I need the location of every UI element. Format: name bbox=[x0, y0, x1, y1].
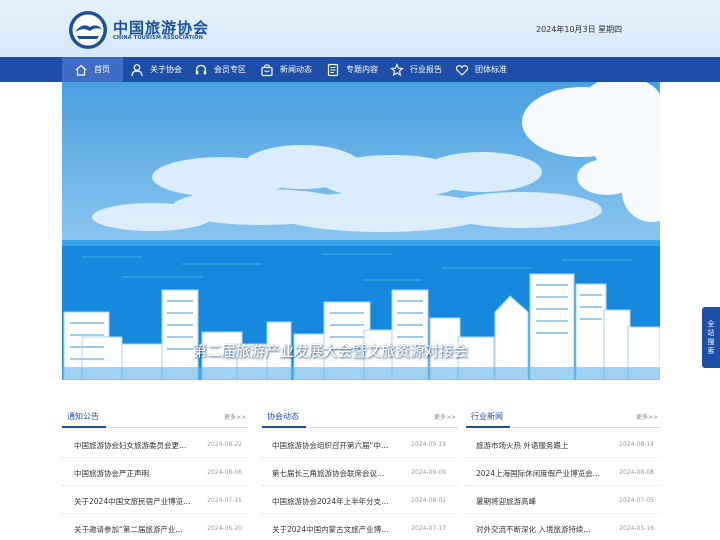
association-emblem-icon[interactable]: C.T.A bbox=[68, 10, 108, 50]
side-float-char: 索 bbox=[707, 346, 715, 355]
site-search-float-button[interactable]: 全 站 搜 索 bbox=[702, 307, 720, 368]
nav-label: 关于协会 bbox=[150, 65, 182, 74]
panel-title[interactable]: 协会动态 bbox=[267, 411, 299, 422]
side-float-char: 站 bbox=[707, 328, 715, 337]
item-title[interactable]: 关于2024中国内蒙古文旅产业博… bbox=[272, 524, 402, 535]
panel-title-underline bbox=[466, 426, 510, 428]
list-item[interactable]: 对外交流不断深化 入境旅游持续… 2024-05-16 bbox=[466, 515, 660, 540]
panel-title-underline bbox=[62, 426, 106, 428]
panel-association-news: 协会动态 更多>> 中国旅游协会组织召开第六届“中… 2024-09-19 第七届… bbox=[262, 403, 458, 540]
list-item[interactable]: 旅游市场火热 外语服务跟上 2024-08-14 bbox=[466, 431, 660, 458]
emblem-text: C.T.A bbox=[82, 41, 94, 47]
side-float-char: 搜 bbox=[707, 337, 715, 346]
bag-icon bbox=[261, 63, 273, 76]
list-item[interactable]: 2024上海国际休闲度假产业博览会… 2024-08-08 bbox=[466, 459, 660, 486]
item-date: 2024-08-22 bbox=[207, 441, 242, 448]
banner-illustration bbox=[62, 82, 660, 380]
logo-subtitle: CHINA TOURISM ASSOCIATION bbox=[113, 35, 204, 41]
nav-item-about[interactable]: 关于协会 bbox=[130, 57, 182, 82]
item-date: 2024-07-05 bbox=[619, 497, 654, 504]
item-title[interactable]: 2024上海国际休闲度假产业博览会… bbox=[476, 468, 608, 479]
document-icon bbox=[327, 63, 339, 76]
headset-icon bbox=[195, 64, 207, 74]
item-date: 2024-08-02 bbox=[411, 497, 446, 504]
list-item[interactable]: 中国旅游协会妇女旅游委员会更… 2024-08-22 bbox=[62, 431, 248, 458]
item-date: 2024-08-06 bbox=[207, 469, 242, 476]
more-link[interactable]: 更多>> bbox=[434, 412, 456, 421]
side-float-char: 全 bbox=[707, 319, 715, 328]
panel-title[interactable]: 通知公告 bbox=[67, 411, 99, 422]
nav-label: 新闻动态 bbox=[280, 65, 312, 74]
list-item[interactable]: 关于邀请参加“第二届旅游产业… 2024-06-20 bbox=[62, 515, 248, 540]
heart-icon bbox=[455, 64, 469, 76]
list-item[interactable]: 中国旅游协会组织召开第六届“中… 2024-09-19 bbox=[262, 431, 458, 458]
nav-item-topics[interactable]: 专题内容 bbox=[326, 57, 378, 82]
nav-item-standards[interactable]: 团体标准 bbox=[455, 57, 507, 82]
item-title[interactable]: 第七届长三角旅游协会联席会议… bbox=[272, 468, 402, 479]
star-icon bbox=[390, 62, 404, 76]
item-title[interactable]: 旅游市场火热 外语服务跟上 bbox=[476, 440, 608, 451]
item-date: 2024-06-20 bbox=[207, 525, 242, 532]
panel-industry-news: 行业新闻 更多>> 旅游市场火热 外语服务跟上 2024-08-14 2024上海… bbox=[466, 403, 660, 540]
nav-label: 首页 bbox=[94, 65, 110, 74]
nav-label: 专题内容 bbox=[346, 65, 378, 74]
nav-label: 行业报告 bbox=[410, 65, 442, 74]
hero-banner[interactable] bbox=[62, 82, 660, 380]
item-date: 2024-08-08 bbox=[619, 469, 654, 476]
list-item[interactable]: 暑期将迎旅游高峰 2024-07-05 bbox=[466, 487, 660, 514]
more-link[interactable]: 更多>> bbox=[636, 412, 658, 421]
banner-caption[interactable]: 第二届旅游产业发展大会暨文旅资源对接会 bbox=[192, 340, 468, 361]
item-date: 2024-08-14 bbox=[619, 441, 654, 448]
item-title[interactable]: 关于邀请参加“第二届旅游产业… bbox=[74, 524, 199, 535]
item-title[interactable]: 中国旅游协会2024年上半年分支… bbox=[272, 496, 402, 507]
list-item[interactable]: 关于2024中国内蒙古文旅产业博… 2024-07-17 bbox=[262, 515, 458, 540]
panel-title-underline bbox=[262, 426, 306, 428]
item-title[interactable]: 中国旅游协会妇女旅游委员会更… bbox=[74, 440, 199, 451]
site-header: C.T.A 中国旅游协会 CHINA TOURISM ASSOCIATION 2… bbox=[0, 0, 720, 57]
more-link[interactable]: 更多>> bbox=[224, 412, 246, 421]
nav-label: 团体标准 bbox=[475, 65, 507, 74]
current-date: 2024年10月3日 星期四 bbox=[536, 25, 623, 34]
nav-item-members[interactable]: 会员专区 bbox=[194, 57, 246, 82]
list-item[interactable]: 第七届长三角旅游协会联席会议… 2024-09-09 bbox=[262, 459, 458, 486]
nav-item-home[interactable]: 首页 bbox=[62, 57, 123, 82]
item-title[interactable]: 对外交流不断深化 入境旅游持续… bbox=[476, 524, 608, 535]
list-item[interactable]: 关于2024中国文旅民宿产业博览… 2024-07-15 bbox=[62, 487, 248, 514]
item-date: 2024-09-09 bbox=[411, 469, 446, 476]
item-title[interactable]: 关于2024中国文旅民宿产业博览… bbox=[74, 496, 199, 507]
list-item[interactable]: 中国旅游协会2024年上半年分支… 2024-08-02 bbox=[262, 487, 458, 514]
panel-title[interactable]: 行业新闻 bbox=[471, 411, 503, 422]
item-title[interactable]: 中国旅游协会组织召开第六届“中… bbox=[272, 440, 402, 451]
home-icon bbox=[75, 64, 87, 76]
item-title[interactable]: 暑期将迎旅游高峰 bbox=[476, 496, 608, 507]
panel-header: 通知公告 更多>> bbox=[62, 403, 248, 428]
user-icon bbox=[131, 63, 143, 76]
main-nav: 首页 关于协会 会员专区 新闻动态 专题内容 行业报告 团体标准 bbox=[0, 57, 720, 82]
item-date: 2024-09-19 bbox=[411, 441, 446, 448]
nav-item-news[interactable]: 新闻动态 bbox=[260, 57, 312, 82]
panel-header: 协会动态 更多>> bbox=[262, 403, 458, 428]
panel-notices: 通知公告 更多>> 中国旅游协会妇女旅游委员会更… 2024-08-22 中国旅游… bbox=[62, 403, 248, 540]
nav-label: 会员专区 bbox=[214, 65, 246, 74]
panel-header: 行业新闻 更多>> bbox=[466, 403, 660, 428]
nav-item-reports[interactable]: 行业报告 bbox=[390, 57, 442, 82]
item-date: 2024-05-16 bbox=[619, 525, 654, 532]
item-date: 2024-07-15 bbox=[207, 497, 242, 504]
item-date: 2024-07-17 bbox=[411, 525, 446, 532]
item-title[interactable]: 中国旅游协会严正声明 bbox=[74, 468, 199, 479]
list-item[interactable]: 中国旅游协会严正声明 2024-08-06 bbox=[62, 459, 248, 486]
